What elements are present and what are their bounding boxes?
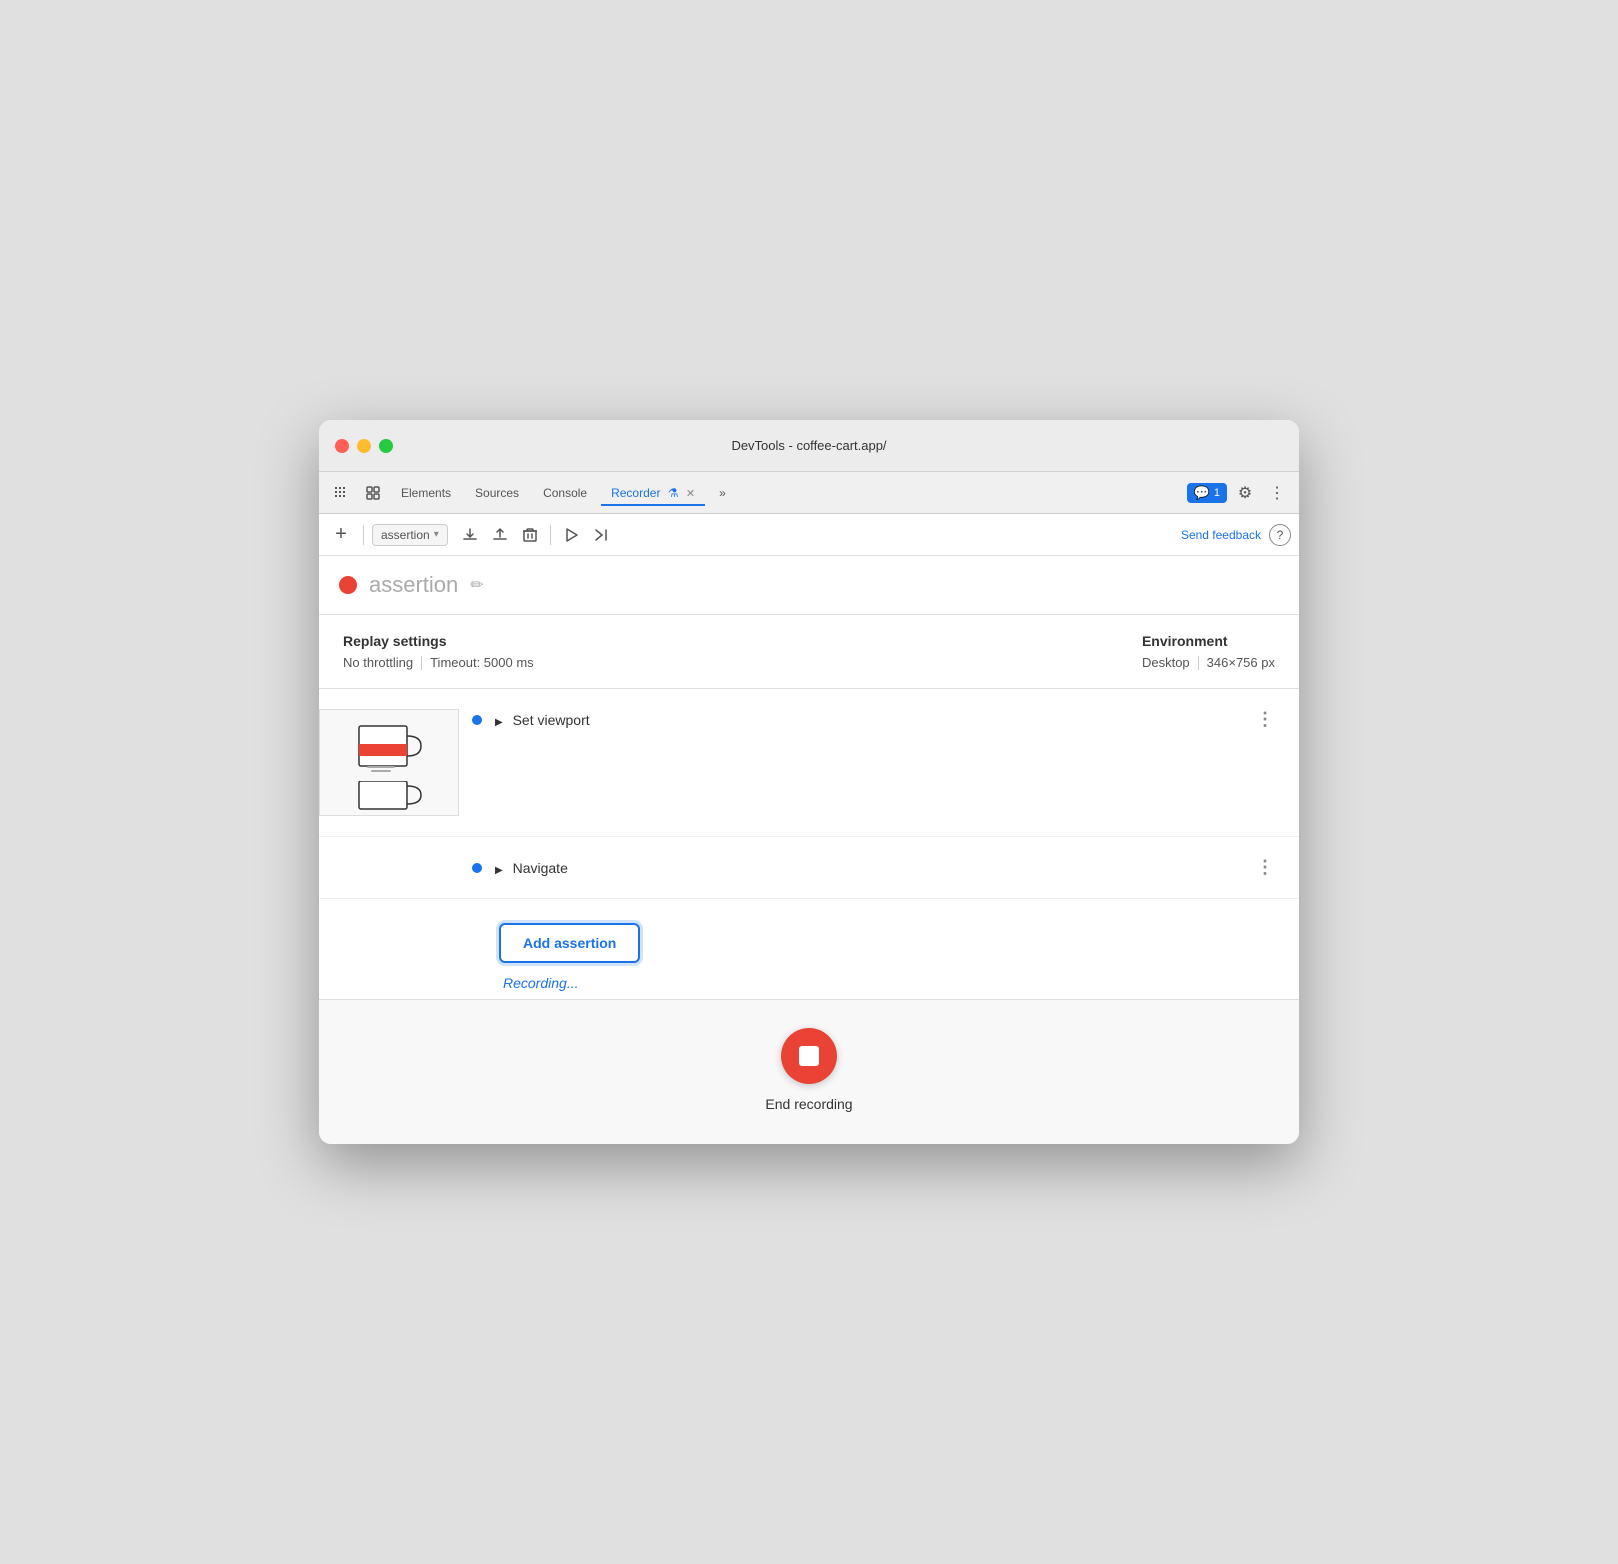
minimize-button[interactable] xyxy=(357,439,371,453)
cursor-icon[interactable] xyxy=(327,479,355,507)
end-recording-label: End recording xyxy=(765,1096,852,1112)
tab-elements[interactable]: Elements xyxy=(391,480,461,506)
settings-section: Replay settings No throttling Timeout: 5… xyxy=(319,615,1299,689)
step-label-1[interactable]: ▶ Set viewport xyxy=(495,712,590,728)
fullscreen-button[interactable] xyxy=(379,439,393,453)
window-title: DevTools - coffee-cart.app/ xyxy=(731,438,886,453)
step-menu-2[interactable]: ⋮ xyxy=(1248,857,1283,878)
environment-settings: Environment Desktop 346×756 px xyxy=(1142,633,1275,670)
chat-badge[interactable]: 💬 1 xyxy=(1187,483,1227,503)
timeout-value: Timeout: 5000 ms xyxy=(430,655,534,670)
settings-separator xyxy=(421,656,422,670)
replay-settings-title: Replay settings xyxy=(343,633,534,649)
expand-arrow-2: ▶ xyxy=(495,865,503,876)
help-icon[interactable]: ? xyxy=(1269,524,1291,546)
tab-recorder[interactable]: Recorder ⚗ ✕ xyxy=(601,480,705,506)
replay-settings-values: No throttling Timeout: 5000 ms xyxy=(343,655,534,670)
step-label-2[interactable]: ▶ Navigate xyxy=(495,860,568,876)
step-content-2: ▶ Navigate ⋮ xyxy=(495,857,1283,878)
tab-more[interactable]: » xyxy=(709,480,736,506)
title-bar: DevTools - coffee-cart.app/ xyxy=(319,420,1299,472)
step-menu-1[interactable]: ⋮ xyxy=(1248,709,1283,730)
environment-title: Environment xyxy=(1142,633,1275,649)
recording-header: assertion ✏ xyxy=(319,556,1299,615)
resolution-value: 346×756 px xyxy=(1207,655,1275,670)
stop-recording-button[interactable] xyxy=(781,1028,837,1084)
throttling-value: No throttling xyxy=(343,655,413,670)
stop-icon xyxy=(799,1046,819,1066)
env-separator xyxy=(1198,656,1199,670)
import-icon[interactable] xyxy=(486,521,514,549)
timeline-line-2 xyxy=(459,857,495,873)
recording-status: Recording... xyxy=(499,975,578,991)
steps-area: ▶ Set viewport ⋮ ▶ Navigate ⋮ Add asse xyxy=(319,689,1299,999)
edit-name-icon[interactable]: ✏ xyxy=(470,575,483,595)
toolbar-divider-1 xyxy=(363,525,364,545)
chevron-down-icon: ▾ xyxy=(434,529,439,540)
step-set-viewport: ▶ Set viewport ⋮ xyxy=(319,689,1299,837)
devtools-tab-bar: Elements Sources Console Recorder ⚗ ✕ » … xyxy=(319,472,1299,514)
inspect-icon[interactable] xyxy=(359,479,387,507)
end-recording-section: End recording xyxy=(319,999,1299,1144)
delete-icon[interactable] xyxy=(516,521,544,549)
close-recorder-tab[interactable]: ✕ xyxy=(686,488,695,500)
send-feedback-link[interactable]: Send feedback xyxy=(1177,528,1265,542)
toolbar-separator xyxy=(550,525,551,545)
add-recording-button[interactable]: + xyxy=(327,521,355,549)
export-icon[interactable] xyxy=(456,521,484,549)
replay-settings: Replay settings No throttling Timeout: 5… xyxy=(343,633,534,670)
environment-values: Desktop 346×756 px xyxy=(1142,655,1275,670)
tab-console[interactable]: Console xyxy=(533,480,597,506)
close-button[interactable] xyxy=(335,439,349,453)
toolbar-action-icons xyxy=(456,521,615,549)
recorder-toolbar: + assertion ▾ xyxy=(319,514,1299,556)
env-value: Desktop xyxy=(1142,655,1190,670)
play-icon[interactable] xyxy=(557,521,585,549)
tab-sources[interactable]: Sources xyxy=(465,480,529,506)
devtools-right-icons: 💬 1 ⚙ ⋮ xyxy=(1187,479,1291,507)
add-assertion-container: Add assertion Recording... xyxy=(319,899,1299,999)
step-preview-viewport xyxy=(319,709,459,816)
expand-arrow-1: ▶ xyxy=(495,717,503,728)
devtools-window: DevTools - coffee-cart.app/ xyxy=(319,420,1299,1144)
recording-name-selector[interactable]: assertion ▾ xyxy=(372,524,448,546)
add-assertion-button[interactable]: Add assertion xyxy=(499,923,640,963)
settings-icon[interactable]: ⚙ xyxy=(1231,479,1259,507)
step-content-1: ▶ Set viewport ⋮ xyxy=(495,709,1283,730)
traffic-lights xyxy=(335,439,393,453)
timeline-dot-2 xyxy=(472,863,482,873)
step-icon[interactable] xyxy=(587,521,615,549)
recording-dot xyxy=(339,576,357,594)
timeline-line-1 xyxy=(459,709,495,729)
timeline-dot-1 xyxy=(472,715,482,725)
recording-name: assertion xyxy=(369,572,458,598)
more-options-icon[interactable]: ⋮ xyxy=(1263,479,1291,507)
step-navigate: ▶ Navigate ⋮ xyxy=(319,837,1299,899)
